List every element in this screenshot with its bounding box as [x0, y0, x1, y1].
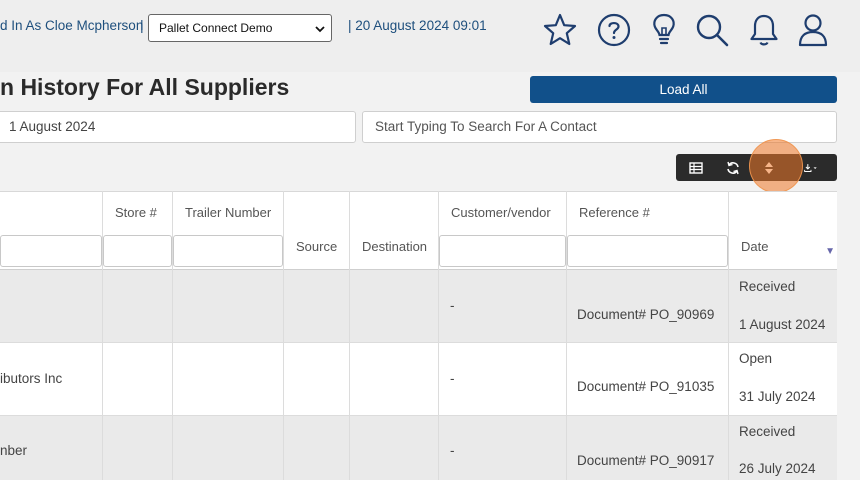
col-reference-label: Reference # — [579, 205, 650, 220]
company-select-value: Pallet Connect Demo — [159, 21, 273, 35]
row-status: Received — [739, 424, 796, 439]
column-divider — [566, 191, 567, 480]
column-divider — [438, 191, 439, 480]
search-icon[interactable] — [694, 12, 730, 48]
col-reference-header[interactable]: Reference # — [567, 191, 729, 270]
row-reference[interactable]: Document# PO_90969 — [577, 307, 714, 322]
bell-icon[interactable] — [746, 12, 782, 48]
col-date-label: Date — [741, 239, 769, 254]
row-name: nber — [0, 443, 28, 458]
col-source-label: Source — [296, 239, 338, 254]
col-store-header[interactable]: Store # — [103, 191, 173, 270]
row-reference[interactable]: Document# PO_90917 — [577, 453, 714, 468]
current-datetime: | 20 August 2024 09:01 — [348, 18, 487, 33]
row-date: 26 July 2024 — [739, 461, 816, 476]
col-destination-header[interactable]: Destination — [350, 191, 439, 270]
refresh-icon[interactable] — [715, 154, 751, 181]
row-customer: - — [450, 298, 455, 313]
chevron-down-icon — [315, 23, 325, 37]
row-date: 1 August 2024 — [739, 317, 826, 332]
col-trailer-header[interactable]: Trailer Number — [173, 191, 284, 270]
customer-filter-input[interactable] — [439, 235, 566, 267]
click-highlight — [749, 139, 803, 193]
row-status: Received — [739, 279, 796, 294]
column-divider — [283, 191, 284, 480]
page-title: n History For All Suppliers — [0, 74, 290, 100]
table-row[interactable] — [0, 416, 837, 480]
row-reference[interactable]: Document# PO_91035 — [577, 379, 714, 394]
column-divider — [349, 191, 350, 480]
column-divider — [728, 191, 729, 480]
table-view-icon[interactable] — [678, 154, 714, 181]
top-bar: d In As Cloe Mcpherson | Pallet Connect … — [0, 0, 860, 72]
trailer-filter-input[interactable] — [173, 235, 283, 267]
login-status[interactable]: d In As Cloe Mcpherson — [0, 18, 143, 33]
sort-desc-icon: ▼ — [825, 246, 835, 257]
name-filter-input[interactable] — [0, 235, 102, 267]
col-destination-label: Destination — [362, 239, 428, 254]
col-trailer-label: Trailer Number — [185, 205, 272, 220]
row-date: 31 July 2024 — [739, 389, 816, 404]
row-customer: - — [450, 371, 455, 386]
col-store-label: Store # — [115, 205, 157, 220]
user-icon[interactable] — [795, 12, 831, 48]
row-status: Open — [739, 351, 773, 366]
contact-search-input[interactable]: Start Typing To Search For A Contact — [362, 111, 837, 143]
lightbulb-icon[interactable] — [646, 12, 682, 48]
row-name: ibutors Inc — [0, 371, 63, 386]
star-icon[interactable] — [542, 12, 578, 48]
date-range-field[interactable]: 1 August 2024 — [0, 111, 356, 143]
company-select[interactable]: Pallet Connect Demo — [148, 14, 332, 42]
separator: | — [140, 17, 144, 33]
store-filter-input[interactable] — [103, 235, 172, 267]
help-icon[interactable] — [596, 12, 632, 48]
column-divider — [102, 191, 103, 480]
column-divider — [172, 191, 173, 480]
page-margin — [837, 191, 860, 480]
load-all-button[interactable]: Load All — [530, 76, 837, 103]
col-customer-header[interactable]: Customer/vendor — [439, 191, 567, 270]
col-date-header[interactable]: Date ▼ — [729, 191, 837, 270]
col-customer-label: Customer/vendor — [451, 205, 551, 220]
col-name-header — [0, 191, 103, 270]
row-customer: - — [450, 443, 455, 458]
reference-filter-input[interactable] — [567, 235, 728, 267]
col-source-header[interactable]: Source — [284, 191, 350, 270]
